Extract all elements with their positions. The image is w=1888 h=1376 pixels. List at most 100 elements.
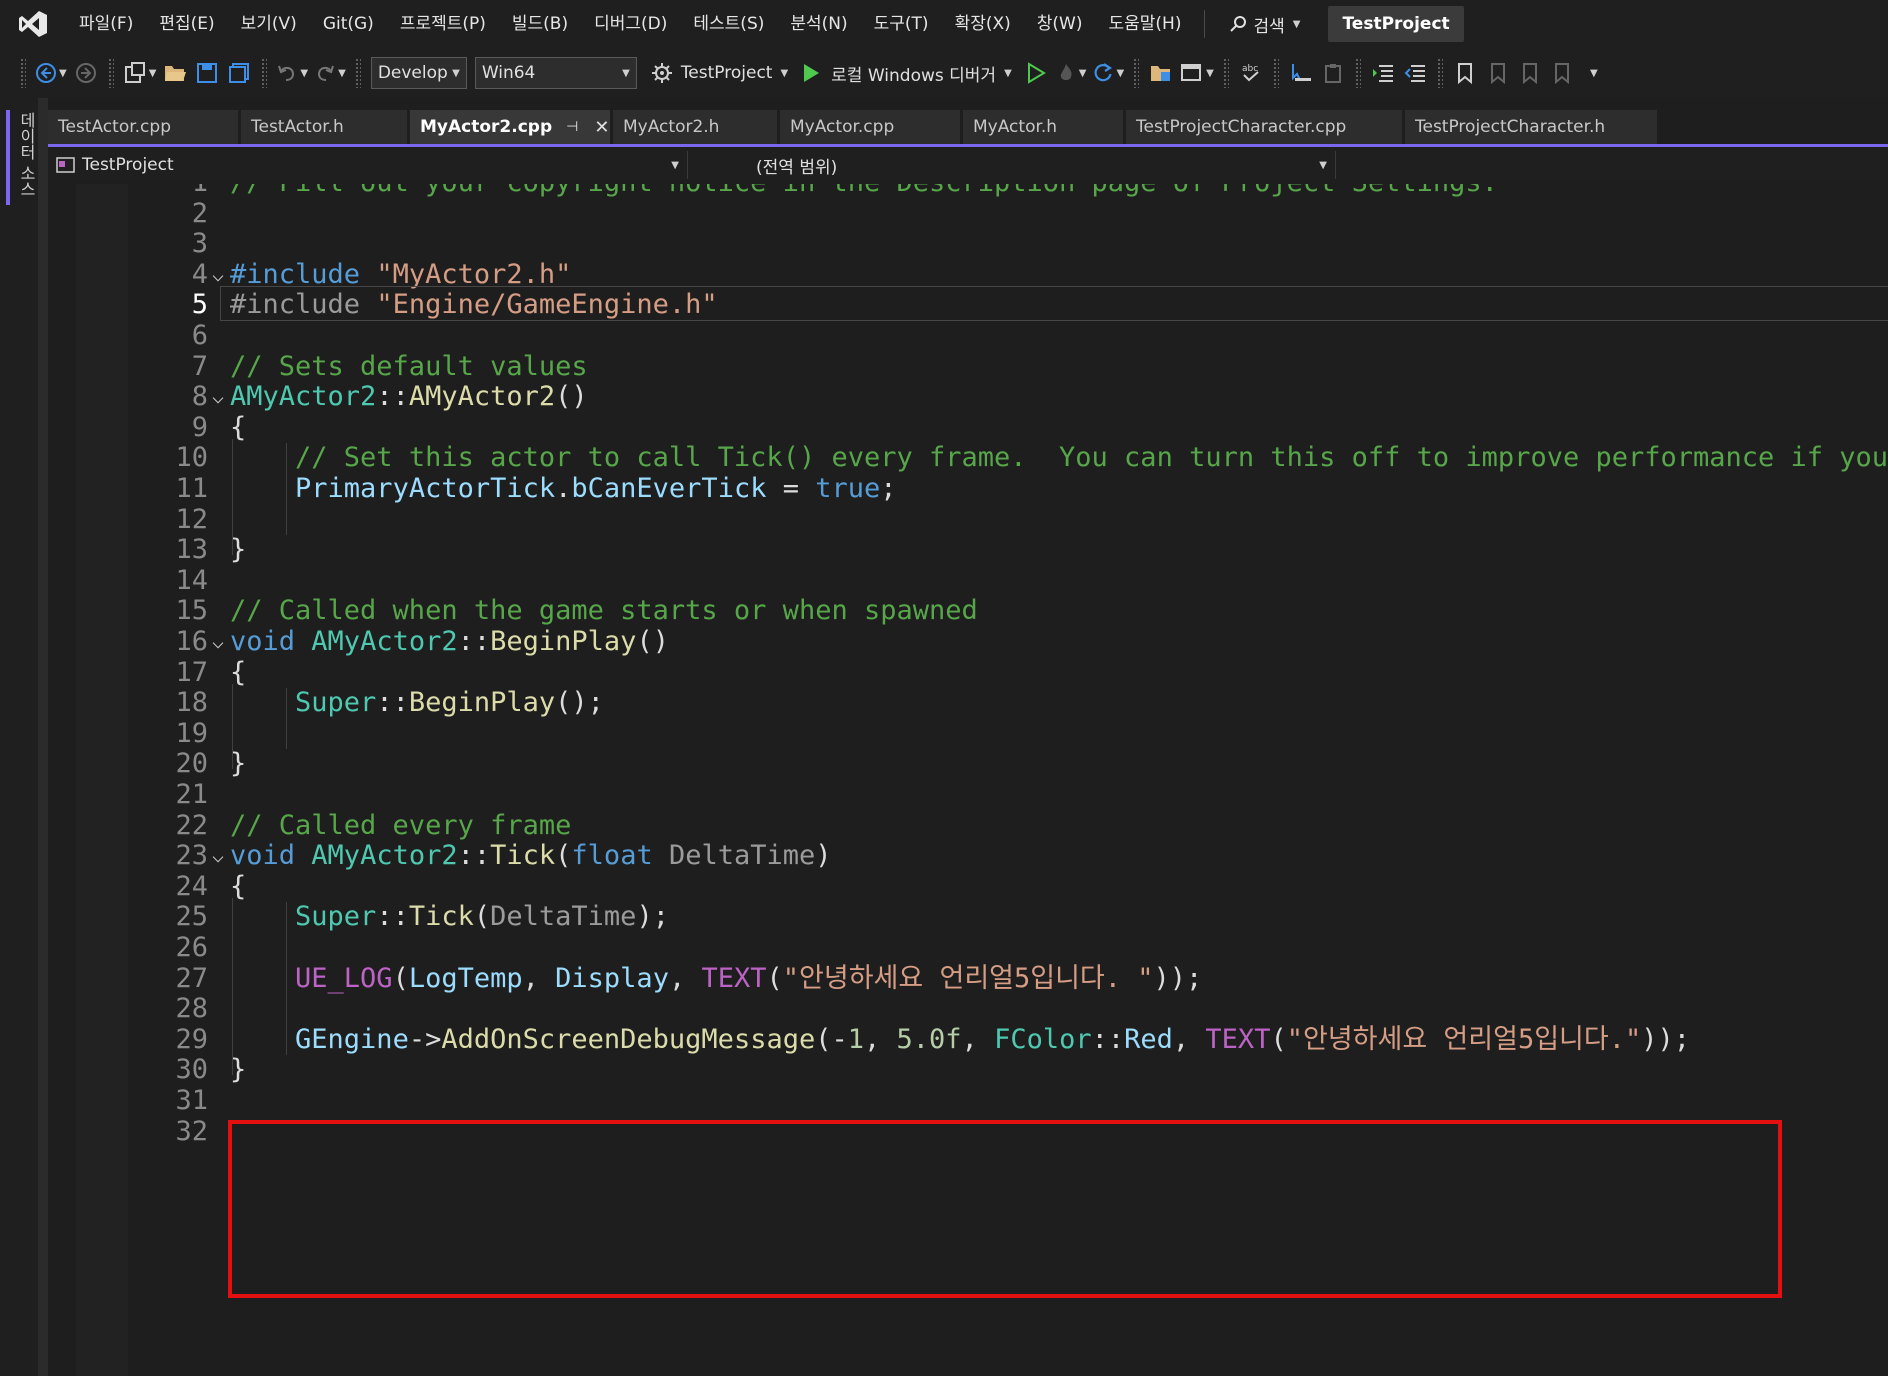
open-file-button[interactable] [162, 56, 188, 90]
code-token: // Called when the game starts or when s… [230, 595, 978, 627]
code-token: )); [1641, 1023, 1691, 1055]
tab-testactor-cpp[interactable]: TestActor.cpp [48, 110, 238, 144]
menu-test[interactable]: 테스트(S) [680, 0, 777, 48]
increase-indent-button[interactable] [1370, 56, 1396, 90]
tab-myactor2-h[interactable]: MyActor2.h [613, 110, 777, 144]
spell-check-button[interactable]: abc [1238, 56, 1264, 90]
clear-bookmarks-button[interactable] [1548, 56, 1574, 90]
code-token: (); [555, 687, 604, 719]
pin-icon[interactable]: ⊣ [566, 119, 578, 135]
restart-button[interactable]: ▼ [1092, 56, 1124, 90]
project-name-badge[interactable]: TestProject [1328, 6, 1464, 42]
menu-separator [1204, 10, 1206, 38]
tab-testactor-h[interactable]: TestActor.h [241, 110, 407, 144]
toggle-comment-button[interactable] [1288, 56, 1314, 90]
chevron-down-icon[interactable]: ▼ [338, 68, 346, 79]
tab-label: MyActor.h [973, 117, 1058, 137]
debug-target-label: 로컬 Windows 디버거 [831, 65, 997, 86]
code-editor[interactable]: 1// Fill out your copyright notice in th… [48, 184, 1888, 1376]
code-token: :: [457, 626, 491, 657]
chevron-down-icon[interactable]: ▼ [1079, 68, 1087, 79]
menu-file[interactable]: 파일(F) [66, 0, 146, 48]
next-bookmark-button[interactable] [1516, 56, 1542, 90]
chevron-down-icon[interactable]: ▼ [300, 68, 308, 79]
new-project-button[interactable]: ▼ [123, 56, 157, 90]
code-token: AMyActor2 [408, 381, 556, 413]
project-dropdown-value: TestProject [82, 155, 174, 175]
indent-guide [286, 687, 287, 749]
window-layout-button[interactable]: ▼ [1180, 56, 1214, 90]
previous-bookmark-button[interactable] [1484, 56, 1510, 90]
close-icon[interactable]: ✕ [594, 117, 609, 138]
code-token: 5.0f [896, 1023, 962, 1055]
scope-dropdown[interactable]: (전역 범위) ▼ [688, 151, 1336, 179]
menu-project[interactable]: 프로젝트(P) [387, 0, 499, 48]
chevron-down-icon[interactable]: ▼ [149, 68, 157, 79]
menu-analyze[interactable]: 분석(N) [777, 0, 860, 48]
code-token: ( [1270, 1023, 1287, 1055]
toolbar-grip[interactable] [20, 58, 26, 88]
decrease-indent-button[interactable] [1402, 56, 1428, 90]
panel-divider[interactable] [38, 98, 48, 1376]
code-token: #include [230, 289, 361, 321]
toolbar-separator [107, 58, 114, 88]
toolbar-separator [261, 58, 268, 88]
code-token: , [1172, 1023, 1206, 1055]
code-token: :: [376, 687, 409, 719]
chevron-down-icon[interactable]: ▼ [59, 68, 67, 79]
redo-icon [318, 65, 335, 81]
menu-build[interactable]: 빌드(B) [499, 0, 581, 48]
spell-check-icon: abc [1242, 64, 1259, 82]
menu-edit[interactable]: 편집(E) [146, 0, 227, 48]
startup-project-dropdown[interactable]: TestProject ▼ [651, 56, 788, 90]
menu-view[interactable]: 보기(V) [228, 0, 310, 48]
start-debugging-button[interactable]: 로컬 Windows 디버거 ▼ [801, 56, 1012, 90]
menu-git[interactable]: Git(G) [310, 0, 387, 48]
solution-configuration-dropdown[interactable]: Develop ▼ [370, 57, 467, 89]
toolbar-overflow-button[interactable]: ▼ [1580, 56, 1606, 90]
solution-configuration-value: Develop [377, 63, 448, 83]
tab-myactor2-cpp[interactable]: MyActor2.cpp ⊣ ✕ [410, 110, 610, 144]
menu-help[interactable]: 도움말(H) [1096, 0, 1195, 48]
paste-button[interactable] [1320, 56, 1346, 90]
redo-button[interactable]: ▼ [314, 56, 346, 90]
menu-window[interactable]: 창(W) [1024, 0, 1096, 48]
search-button[interactable]: 검색 ▼ [1215, 12, 1314, 37]
tab-myactor-cpp[interactable]: MyActor.cpp [780, 110, 960, 144]
toggle-bookmark-button[interactable] [1452, 56, 1478, 90]
solution-explorer-button[interactable] [1148, 56, 1174, 90]
save-all-button[interactable] [226, 56, 252, 90]
hot-reload-button[interactable]: ▼ [1055, 56, 1087, 90]
start-without-debugging-button[interactable] [1023, 56, 1049, 90]
navigate-forward-button[interactable] [73, 56, 99, 90]
scope-dropdown-value: (전역 범위) [756, 157, 838, 178]
save-icon [197, 63, 218, 83]
chevron-down-icon: ▼ [1590, 67, 1598, 79]
code-token: ; [880, 473, 897, 504]
navigate-back-button[interactable]: ▼ [35, 56, 67, 90]
undo-button[interactable]: ▼ [276, 56, 308, 90]
menu-debug[interactable]: 디버그(D) [581, 0, 680, 48]
tab-testprojectcharacter-cpp[interactable]: TestProjectCharacter.cpp [1126, 110, 1402, 144]
project-dropdown[interactable]: TestProject ▼ [48, 151, 688, 179]
chevron-down-icon[interactable]: ▼ [1206, 68, 1214, 79]
save-all-icon [229, 63, 250, 83]
gear-icon [651, 63, 672, 83]
code-token: // Set this actor to call Tick() every f… [295, 442, 1888, 474]
tab-myactor-h[interactable]: MyActor.h [963, 110, 1123, 144]
menu-extensions[interactable]: 확장(X) [942, 0, 1024, 48]
chevron-down-icon[interactable]: ▼ [1116, 68, 1124, 79]
tab-testprojectcharacter-h[interactable]: TestProjectCharacter.h [1405, 110, 1657, 144]
solution-platform-dropdown[interactable]: Win64 ▼ [474, 57, 637, 89]
code-token: PrimaryActorTick [295, 473, 556, 504]
save-button[interactable] [194, 56, 220, 90]
window-layout-icon [1181, 64, 1202, 81]
menu-tools[interactable]: 도구(T) [861, 0, 942, 48]
menu-bar: 파일(F) 편집(E) 보기(V) Git(G) 프로젝트(P) 빌드(B) 디… [0, 0, 1888, 48]
visual-studio-logo-icon[interactable] [0, 0, 66, 48]
data-sources-tab[interactable]: 데이터 소스 [14, 112, 38, 197]
code-token: void [230, 626, 296, 657]
